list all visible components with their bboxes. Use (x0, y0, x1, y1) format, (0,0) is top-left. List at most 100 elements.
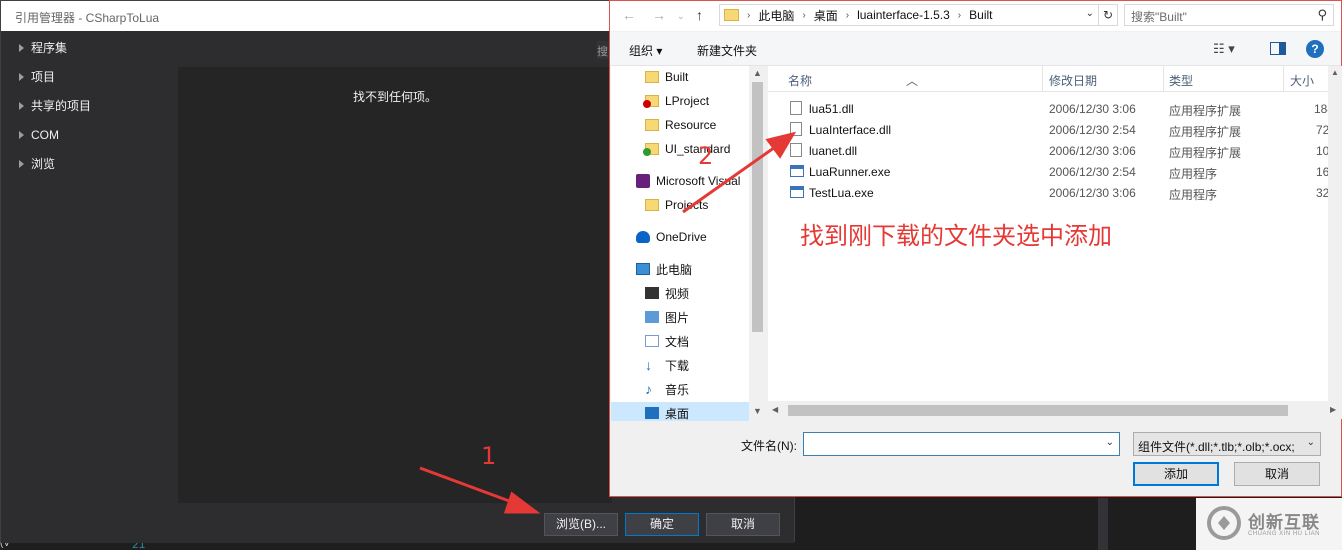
file-name: LuaRunner.exe (809, 165, 891, 179)
new-folder-button[interactable]: 新建文件夹 (697, 42, 757, 59)
up-arrow-icon[interactable]: ↑ (696, 7, 703, 23)
tree-item-lproject[interactable]: LProject (611, 90, 749, 112)
nav-item-assemblies[interactable]: 程序集 (11, 33, 177, 62)
preview-pane-icon[interactable] (1270, 42, 1286, 55)
forward-arrow-icon[interactable]: → (652, 7, 666, 23)
file-name: luanet.dll (809, 144, 858, 158)
scroll-thumb[interactable] (752, 82, 763, 332)
scroll-thumb[interactable] (788, 405, 1288, 416)
breadcrumb-desktop[interactable]: 桌面 (814, 7, 838, 24)
scroll-left-icon[interactable]: ◀ (772, 405, 778, 414)
file-date: 2006/12/30 2:54 (1049, 123, 1136, 137)
view-options-icon[interactable]: ☷ ▾ (1213, 41, 1235, 57)
search-icon: ⚲ (1317, 7, 1327, 22)
scroll-down-icon[interactable]: ▼ (753, 406, 762, 416)
file-row[interactable]: luanet.dll 2006/12/30 3:06 应用程序扩展 10 (768, 140, 1329, 161)
expand-arrow-icon (19, 130, 24, 139)
refresh-icon[interactable]: ↻ (1098, 4, 1118, 26)
watermark-name: 创新互联 (1248, 513, 1320, 532)
nav-item-label: 共享的项目 (31, 99, 92, 113)
column-date[interactable]: 修改日期 (1049, 72, 1097, 89)
column-divider (1042, 66, 1043, 92)
browse-button[interactable]: 浏览(B)... (544, 513, 618, 536)
column-name[interactable]: 名称 (788, 72, 812, 89)
breadcrumb-built[interactable]: Built (969, 8, 992, 22)
empty-message: 找不到任何项。 (352, 90, 437, 104)
check-badge-icon (643, 148, 651, 156)
file-type: 应用程序扩展 (1169, 146, 1242, 160)
filename-input[interactable]: ⌄ (803, 432, 1120, 456)
file-row[interactable]: lua51.dll 2006/12/30 3:06 应用程序扩展 184 (768, 98, 1334, 119)
file-date: 2006/12/30 3:06 (1049, 186, 1136, 200)
scroll-up-icon[interactable]: ▲ (753, 68, 762, 78)
breadcrumb-this-pc[interactable]: 此电脑 (758, 7, 794, 24)
chevron-down-icon: ⌄ (1303, 437, 1315, 448)
tree-item-built[interactable]: Built (611, 66, 749, 88)
tree-item-downloads[interactable]: ↓ 下载 (611, 354, 749, 376)
file-row[interactable]: LuaRunner.exe 2006/12/30 2:54 应用程序 16 (768, 161, 1329, 182)
column-size[interactable]: 大小 (1290, 72, 1314, 89)
tree-item-resource[interactable]: Resource (611, 114, 749, 136)
nav-item-projects[interactable]: 项目 (11, 62, 177, 91)
tree-item-label: Projects (665, 198, 709, 212)
ok-button[interactable]: 确定 (625, 513, 699, 536)
scroll-right-icon[interactable]: ▶ (1330, 405, 1336, 414)
watermark: 创新互联 CHUANG XIN HU LIAN (1196, 498, 1342, 550)
chevron-down-icon[interactable]: ⌄ (1106, 437, 1114, 448)
search-input[interactable]: 搜索"Built" ⚲ (1124, 4, 1334, 26)
help-icon[interactable]: ? (1306, 40, 1324, 58)
file-list-hscrollbar[interactable]: ◀ ▶ (768, 402, 1342, 419)
file-list-scrollbar[interactable]: ▲ (1328, 66, 1342, 402)
expand-arrow-icon (19, 72, 24, 81)
file-name: TestLua.exe (809, 186, 874, 200)
address-row: ← → ⌄ ↑ › 此电脑 › 桌面 › luainterface-1.5.3 … (610, 1, 1341, 31)
column-type[interactable]: 类型 (1169, 72, 1193, 89)
tree-scrollbar[interactable]: ▲ ▼ (749, 66, 766, 421)
address-bar[interactable]: › 此电脑 › 桌面 › luainterface-1.5.3 › Built … (719, 4, 1099, 26)
file-type-filter[interactable]: 组件文件(*.dll;*.tlb;*.olb;*.ocx; ⌄ (1133, 432, 1321, 456)
exe-file-icon (790, 186, 804, 198)
editor-scrollbar[interactable] (1098, 498, 1108, 550)
add-button[interactable]: 添加 (1133, 462, 1219, 486)
tree-item-pictures[interactable]: 图片 (611, 306, 749, 328)
chevron-down-icon[interactable]: ⌄ (1086, 8, 1094, 19)
tree-item-microsoft-visual[interactable]: Microsoft Visual (611, 170, 749, 192)
tree-item-documents[interactable]: 文档 (611, 330, 749, 352)
file-row[interactable]: LuaInterface.dll 2006/12/30 2:54 应用程序扩展 … (768, 119, 1329, 140)
tree-item-music[interactable]: ♪ 音乐 (611, 378, 749, 400)
file-type: 应用程序 (1169, 167, 1218, 181)
file-type: 应用程序扩展 (1169, 125, 1242, 139)
tree-item-label: 视频 (665, 286, 690, 301)
tree-item-label: 音乐 (665, 382, 690, 397)
tree-item-ui-standard[interactable]: UI_standard (611, 138, 749, 160)
folder-icon (724, 9, 739, 21)
annotation-instruction: 找到刚下载的文件夹选中添加 (800, 222, 1112, 250)
tree-item-label: 图片 (665, 310, 690, 325)
organize-menu[interactable]: 组织 ▾ (629, 42, 662, 59)
breadcrumb-separator-icon: › (747, 9, 751, 21)
tree-item-videos[interactable]: 视频 (611, 282, 749, 304)
breadcrumb-separator-icon: › (957, 9, 962, 21)
breadcrumb-luainterface[interactable]: luainterface-1.5.3 (857, 8, 950, 22)
nav-item-browse[interactable]: 浏览 (11, 149, 177, 178)
file-name: LuaInterface.dll (809, 123, 892, 137)
scroll-up-icon[interactable]: ▲ (1331, 68, 1339, 77)
nav-item-com[interactable]: COM (11, 120, 177, 149)
tree-item-label: 文档 (665, 334, 690, 349)
tree-item-desktop[interactable]: 桌面 (611, 402, 749, 421)
computer-icon (636, 263, 650, 275)
tree-item-this-pc[interactable]: 此电脑 (611, 258, 749, 280)
back-arrow-icon[interactable]: ← (622, 7, 636, 23)
desktop-icon (645, 407, 659, 419)
nav-item-shared-projects[interactable]: 共享的项目 (11, 91, 177, 120)
tree-item-label: OneDrive (656, 230, 707, 244)
tree-item-onedrive[interactable]: OneDrive (611, 226, 749, 248)
file-list-header: ︿ 名称 修改日期 类型 大小 (768, 66, 1328, 92)
navigation-tree: Built LProject Resource UI_standard Micr… (611, 66, 749, 421)
dialog-cancel-button[interactable]: 取消 (1234, 462, 1320, 486)
cancel-button[interactable]: 取消 (706, 513, 780, 536)
tree-item-projects[interactable]: Projects (611, 194, 749, 216)
recent-dropdown-icon[interactable]: ⌄ (677, 11, 685, 22)
search-placeholder: 搜索"Built" (1131, 10, 1187, 24)
file-row[interactable]: TestLua.exe 2006/12/30 3:06 应用程序 32 (768, 182, 1329, 203)
